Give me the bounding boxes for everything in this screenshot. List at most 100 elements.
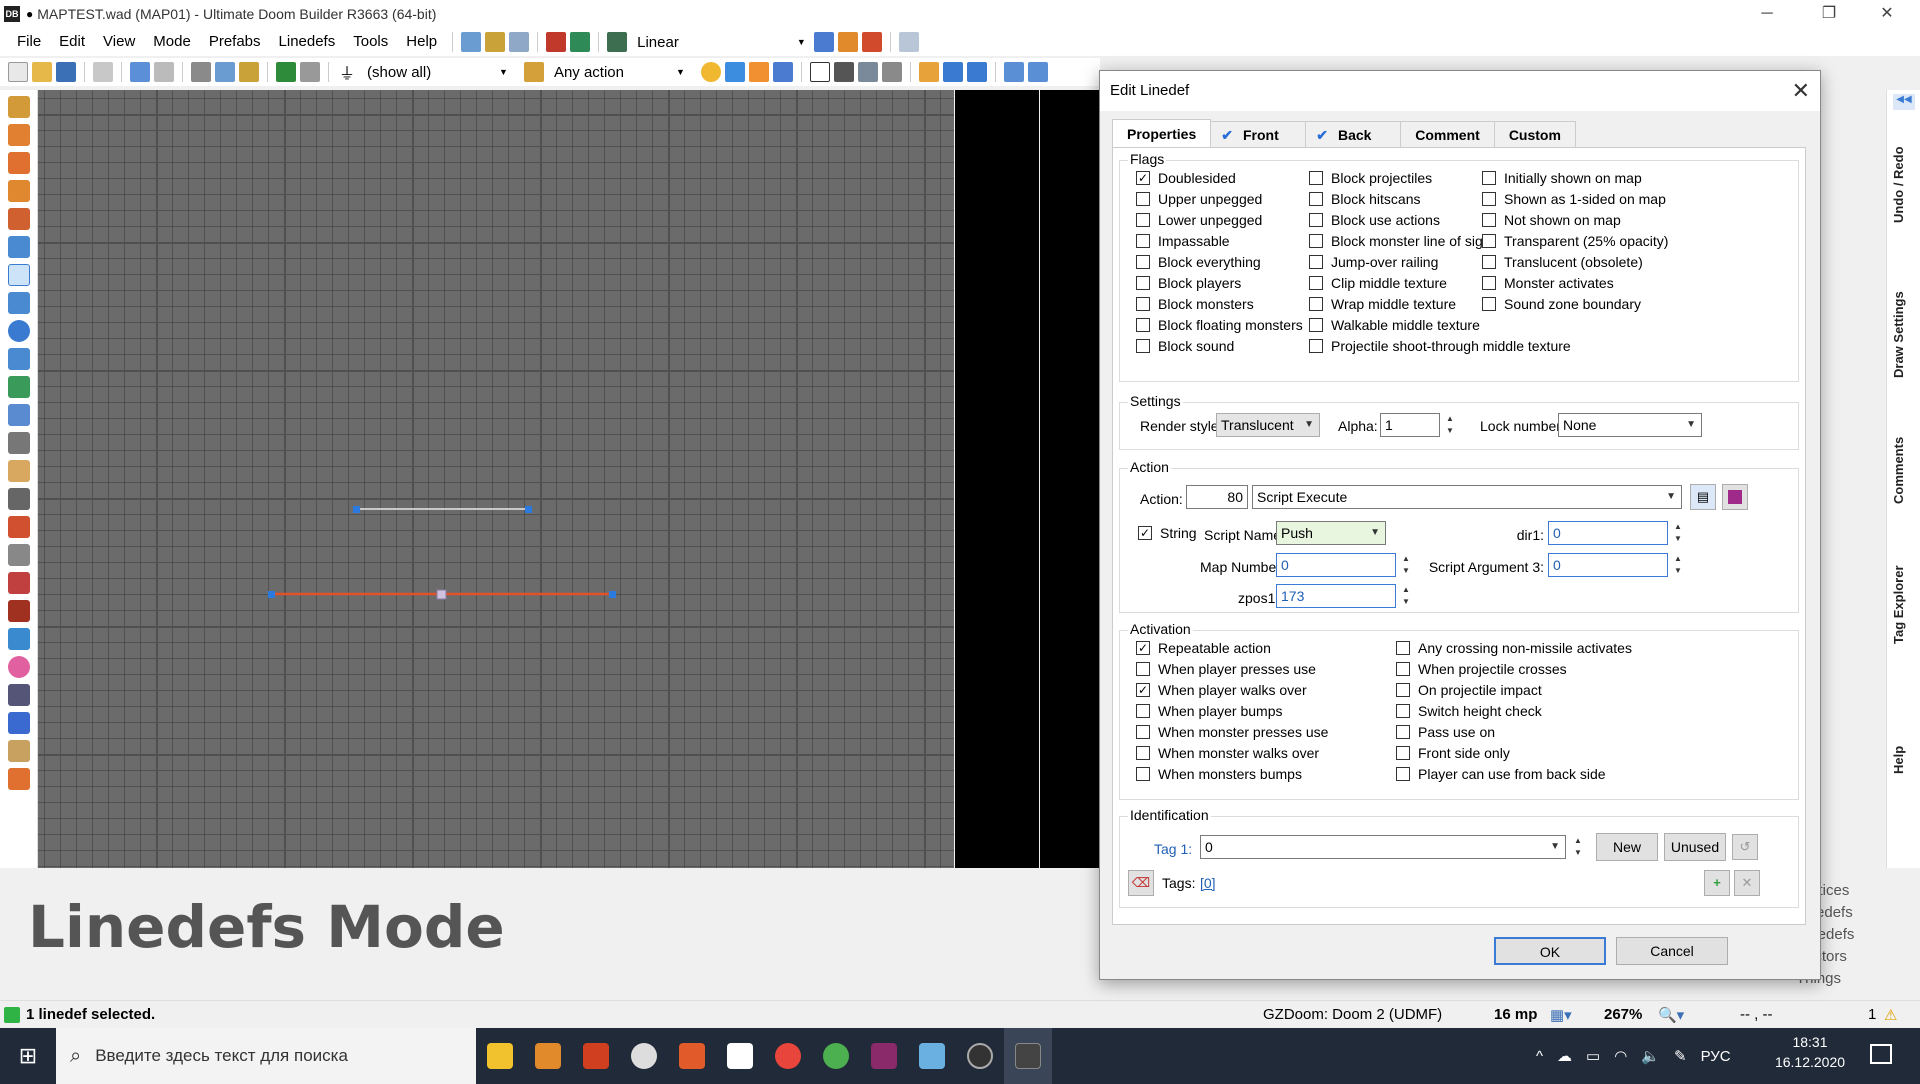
draw-rectangle-icon[interactable] <box>8 152 30 174</box>
tags-link[interactable]: [0] <box>1200 875 1216 891</box>
tab-draw-settings[interactable]: Draw Settings <box>1891 270 1917 400</box>
flag-checkbox[interactable]: Walkable middle texture <box>1309 317 1480 333</box>
network-icon[interactable]: ☁ <box>1557 1047 1572 1065</box>
store-icon[interactable] <box>716 1028 764 1084</box>
flag-checkbox[interactable]: ✓ Doublesided <box>1136 170 1236 186</box>
overlay-icon[interactable] <box>966 62 987 82</box>
flag-checkbox[interactable]: Lower unpegged <box>1136 212 1262 228</box>
sectors-mode-icon[interactable] <box>8 292 30 314</box>
view-floors-icon[interactable] <box>857 62 878 82</box>
cut-icon[interactable] <box>191 62 211 82</box>
action-select[interactable]: Script Execute ▼ <box>1252 485 1682 509</box>
action-filter-dropdown[interactable]: Any action <box>546 64 676 81</box>
activation-checkbox[interactable]: On projectile impact <box>1396 682 1542 698</box>
snap-icon[interactable] <box>837 32 858 52</box>
activation-checkbox[interactable]: When monster walks over <box>1136 745 1319 761</box>
menu-prefabs[interactable]: Prefabs <box>200 28 270 56</box>
sound-propagation-icon[interactable] <box>8 460 30 482</box>
remove-tag-icon[interactable]: ✕ <box>1734 870 1760 896</box>
tab-comments[interactable]: Comments <box>1891 410 1917 530</box>
models-icon[interactable] <box>772 62 793 82</box>
open-file-icon[interactable] <box>32 62 52 82</box>
flag-checkbox[interactable]: Block floating monsters <box>1136 317 1303 333</box>
chrome-icon[interactable] <box>764 1028 812 1084</box>
app-icon[interactable] <box>956 1028 1004 1084</box>
flag-checkbox[interactable]: Initially shown on map <box>1482 170 1642 186</box>
menu-tools[interactable]: Tools <box>344 28 397 56</box>
linear-dropdown[interactable]: Linear <box>629 34 687 51</box>
reset-tag-icon[interactable]: ↺ <box>1732 834 1758 860</box>
flat-browser-icon[interactable] <box>570 32 591 52</box>
brightness-icon[interactable] <box>700 62 721 82</box>
flag-checkbox[interactable]: Translucent (obsolete) <box>1482 254 1643 270</box>
things-mode-icon[interactable] <box>8 320 30 342</box>
vertex[interactable] <box>268 591 275 598</box>
render-style-select[interactable]: Translucent ▼ <box>1216 413 1320 437</box>
draw-ellipse-icon[interactable] <box>8 180 30 202</box>
flag-checkbox[interactable]: Sound zone boundary <box>1482 296 1641 312</box>
app-icon[interactable] <box>620 1028 668 1084</box>
vertex[interactable] <box>525 506 532 513</box>
activation-checkbox[interactable]: When monster presses use <box>1136 724 1328 740</box>
thing-paint-icon[interactable] <box>8 572 30 594</box>
script-icon[interactable] <box>485 32 506 52</box>
warning-count[interactable]: 1 <box>1868 1006 1876 1023</box>
warning-icon[interactable]: ⚠ <box>1884 1006 1897 1024</box>
edit-selection-icon[interactable] <box>8 348 30 370</box>
flag-checkbox[interactable]: Wrap middle texture <box>1309 296 1456 312</box>
lights-icon[interactable] <box>942 62 963 82</box>
new-file-icon[interactable] <box>8 62 28 82</box>
image-export-icon[interactable] <box>8 432 30 454</box>
browse-action-icon[interactable]: ▤ <box>1690 484 1716 510</box>
texture-paint-icon[interactable] <box>8 600 30 622</box>
script-name-select[interactable]: Push ▼ <box>1276 521 1386 545</box>
alpha-field[interactable]: 1 <box>1380 413 1440 437</box>
grid-snap-icon[interactable] <box>1027 62 1048 82</box>
stair-builder-icon[interactable] <box>8 768 30 790</box>
activation-checkbox[interactable]: When player presses use <box>1136 661 1316 677</box>
collapse-icon[interactable]: ◀◀ <box>1893 94 1915 110</box>
engine-label[interactable]: GZDoom: Doom 2 (UDMF) <box>1263 1006 1442 1023</box>
vertex[interactable] <box>353 506 360 513</box>
map-manager-icon[interactable] <box>93 62 113 82</box>
thing-filter-dropdown[interactable]: (show all) <box>359 64 499 81</box>
lock-number-select[interactable]: None ▼ <box>1558 413 1702 437</box>
activation-checkbox[interactable]: When player bumps <box>1136 703 1283 719</box>
slope-icon[interactable] <box>8 516 30 538</box>
menu-mode[interactable]: Mode <box>144 28 200 56</box>
view-normal-icon[interactable] <box>809 62 830 82</box>
close-window-button[interactable]: ✕ <box>1864 0 1910 28</box>
activation-checkbox[interactable]: Pass use on <box>1396 724 1495 740</box>
copy-icon[interactable] <box>215 62 235 82</box>
grid-icon[interactable]: ▦▾ <box>1550 1006 1572 1024</box>
tag-select[interactable]: 0 ▼ <box>1200 835 1566 859</box>
linear-mode-icon[interactable] <box>607 32 628 52</box>
string-checkbox[interactable]: ✓ String <box>1138 525 1197 541</box>
pen-icon[interactable]: ✎ <box>1674 1047 1687 1065</box>
new-tag-button[interactable]: New <box>1596 833 1658 861</box>
tab-tag-explorer[interactable]: Tag Explorer <box>1891 530 1917 680</box>
flag-checkbox[interactable]: Block use actions <box>1309 212 1440 228</box>
color-picker-icon[interactable] <box>8 656 30 678</box>
zoom-level[interactable]: 267% <box>1604 1006 1642 1023</box>
battery-icon[interactable]: ▭ <box>1586 1047 1600 1065</box>
flag-checkbox[interactable]: Block monster line of sight <box>1309 233 1494 249</box>
grid-size[interactable]: 16 mp <box>1494 1006 1537 1023</box>
view-ceilings-icon[interactable] <box>881 62 902 82</box>
tab-custom[interactable]: Custom <box>1493 121 1576 147</box>
save-icon[interactable] <box>56 62 76 82</box>
flag-checkbox[interactable]: Projectile shoot-through middle texture <box>1309 338 1571 354</box>
zpos1-spinner[interactable]: ▲ ▼ <box>1400 584 1412 608</box>
minimize-button[interactable]: ─ <box>1744 0 1790 28</box>
linedefs-mode-icon[interactable] <box>8 264 30 286</box>
map-number-spinner[interactable]: ▲ ▼ <box>1400 553 1412 577</box>
flag-checkbox[interactable]: Block monsters <box>1136 296 1254 312</box>
add-tag-icon[interactable]: + <box>1704 870 1730 896</box>
activation-checkbox[interactable]: Front side only <box>1396 745 1510 761</box>
menu-help[interactable]: Help <box>397 28 446 56</box>
app-icon[interactable] <box>812 1028 860 1084</box>
zoom-icon[interactable]: 🔍▾ <box>1658 1006 1684 1024</box>
insert-prefab-icon[interactable] <box>276 62 296 82</box>
draw-grid-icon[interactable] <box>8 208 30 230</box>
flag-checkbox[interactable]: Upper unpegged <box>1136 191 1262 207</box>
